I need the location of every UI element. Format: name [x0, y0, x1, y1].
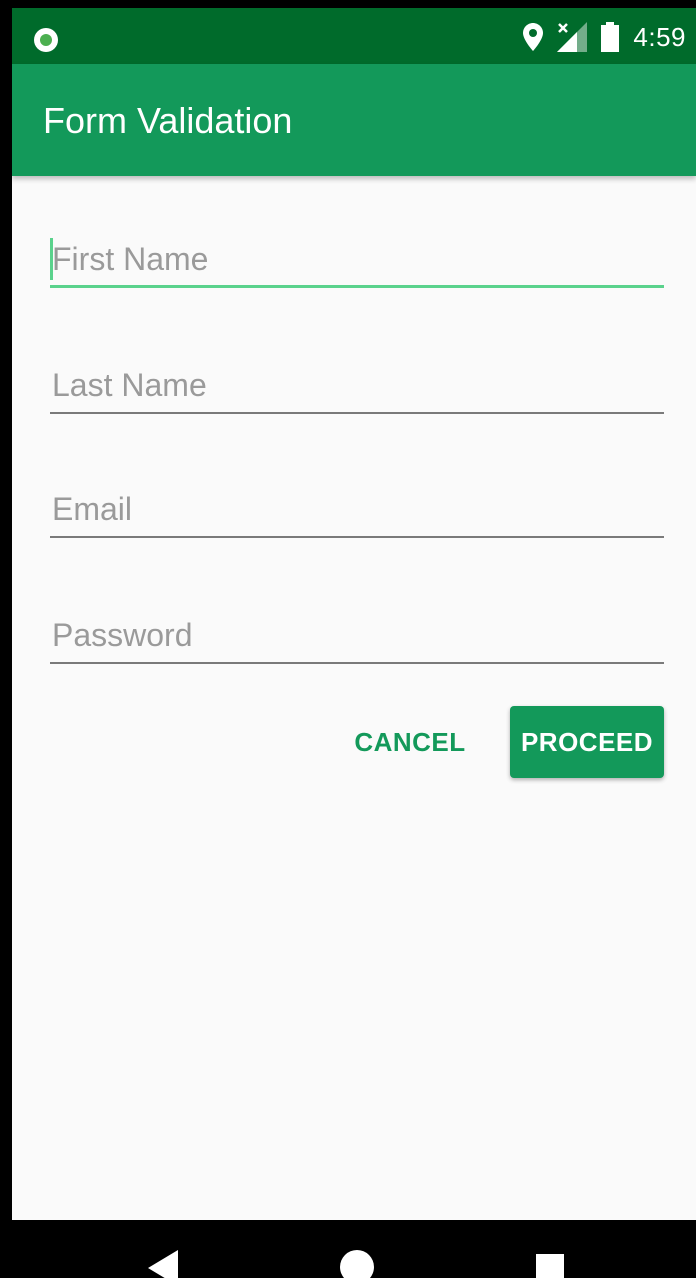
- password-field[interactable]: [50, 604, 664, 664]
- navigation-bar: [0, 1220, 696, 1278]
- recording-icon: [34, 28, 58, 52]
- home-icon[interactable]: [340, 1250, 374, 1278]
- status-bar: 4:59: [12, 8, 696, 64]
- status-time: 4:59: [633, 21, 686, 52]
- app-screen: 4:59 Form Validation First Name Last Nam…: [12, 8, 696, 1278]
- email-field[interactable]: [50, 478, 664, 538]
- app-title: Form Validation: [43, 100, 293, 141]
- proceed-button[interactable]: PROCEED: [510, 706, 664, 778]
- signal-icon: [557, 22, 588, 52]
- first-name-field[interactable]: [50, 228, 664, 288]
- first-name-input[interactable]: [50, 241, 664, 278]
- status-icons: 4:59: [523, 20, 686, 54]
- location-icon: [523, 23, 544, 51]
- last-name-input[interactable]: [50, 367, 664, 404]
- last-name-field[interactable]: [50, 354, 664, 414]
- app-bar: Form Validation: [12, 64, 696, 176]
- battery-icon: [601, 22, 620, 52]
- email-underline: [50, 536, 664, 538]
- last-name-underline: [50, 412, 664, 414]
- password-underline: [50, 662, 664, 664]
- email-input[interactable]: [50, 491, 664, 528]
- device-frame: 4:59 Form Validation First Name Last Nam…: [0, 0, 696, 1278]
- password-input[interactable]: [50, 617, 664, 654]
- cancel-button[interactable]: CANCEL: [342, 706, 478, 778]
- first-name-underline: [50, 285, 664, 288]
- recents-icon[interactable]: [536, 1254, 564, 1278]
- back-icon[interactable]: [148, 1250, 178, 1278]
